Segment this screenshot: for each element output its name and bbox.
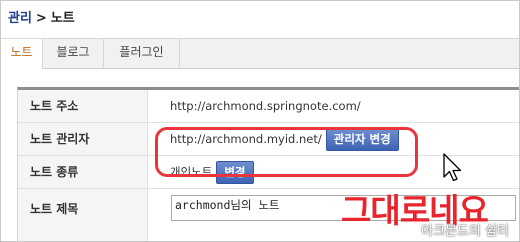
tab-note[interactable]: 노트	[1, 39, 43, 69]
breadcrumb-root[interactable]: 관리	[8, 11, 32, 26]
tab-plugin[interactable]: 플러그인	[104, 39, 180, 68]
note-title-label: 노트 제목	[18, 189, 148, 241]
note-address-value: http://archmond.springnote.com/	[170, 99, 361, 113]
breadcrumb: 관리 > 노트	[8, 7, 75, 26]
row-note-address: 노트 주소 http://archmond.springnote.com/	[18, 90, 519, 123]
watermark: 아크몬드의 쉼터	[421, 224, 509, 239]
note-type-label: 노트 종류	[18, 156, 148, 188]
tab-blog[interactable]: 블로그	[43, 39, 104, 68]
breadcrumb-separator: >	[35, 11, 47, 26]
breadcrumb-current: 노트	[50, 11, 75, 26]
admin-window: 관리 > 노트 노트 블로그 플러그인 노트 주소 http://archmond.…	[0, 0, 520, 242]
note-manager-label: 노트 관리자	[18, 123, 148, 155]
highlight-circle	[155, 127, 418, 177]
mouse-pointer-icon	[443, 153, 462, 182]
tab-bar: 노트 블로그 플러그인	[1, 38, 519, 69]
note-address-label: 노트 주소	[18, 90, 148, 122]
